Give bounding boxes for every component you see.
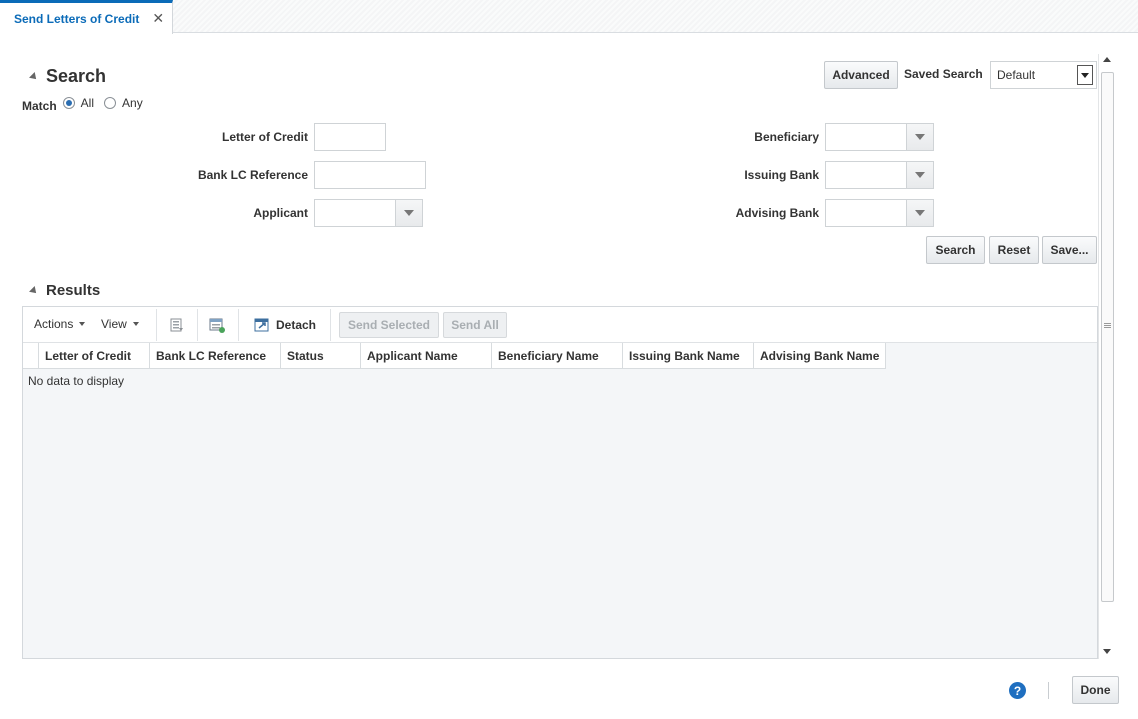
scrollbar-thumb[interactable] (1101, 72, 1114, 602)
chevron-down-icon[interactable] (1077, 65, 1093, 85)
search-section-header[interactable]: Search (29, 66, 107, 87)
toolbar-divider (238, 309, 239, 341)
saved-search-select[interactable]: Default (990, 61, 1097, 89)
match-group: Match All Any (22, 93, 143, 113)
detach-label: Detach (276, 318, 317, 332)
done-button[interactable]: Done (1072, 676, 1119, 704)
chevron-down-icon[interactable] (395, 200, 422, 226)
column-header-beneficiary-name[interactable]: Beneficiary Name (492, 343, 623, 369)
tab-label[interactable]: Send Letters of Credit (14, 12, 139, 26)
row-header-cell (23, 343, 39, 369)
column-header-letter-of-credit[interactable]: Letter of Credit (39, 343, 150, 369)
beneficiary-label: Beneficiary (754, 130, 819, 144)
close-icon[interactable]: ✕ (152, 10, 164, 27)
tab-send-letters-of-credit[interactable]: Send Letters of Credit ✕ (0, 0, 173, 34)
applicant-value (315, 200, 395, 226)
save-button[interactable]: Save... (1042, 236, 1097, 264)
grip-icon (1104, 323, 1111, 324)
beneficiary-select[interactable] (825, 123, 934, 151)
column-header-bank-lc-reference[interactable]: Bank LC Reference (150, 343, 281, 369)
view-menu[interactable]: View (101, 317, 139, 331)
match-all-radio[interactable] (62, 97, 75, 109)
bank-lc-reference-label: Bank LC Reference (197, 168, 308, 182)
collapse-triangle-icon[interactable] (29, 71, 39, 82)
results-title: Results (46, 282, 101, 299)
letter-of-credit-input[interactable] (314, 123, 386, 151)
scroll-down-icon[interactable] (1103, 649, 1111, 654)
empty-table-message: No data to display (28, 374, 125, 388)
view-label: View (101, 317, 127, 331)
issuing-bank-select[interactable] (825, 161, 934, 189)
saved-search-value: Default (997, 68, 1036, 82)
applicant-select[interactable] (314, 199, 423, 227)
advanced-button[interactable]: Advanced (824, 61, 898, 89)
actions-menu[interactable]: Actions (34, 317, 86, 331)
collapse-triangle-icon[interactable] (29, 285, 39, 296)
advising-bank-select[interactable] (825, 199, 934, 227)
send-selected-button[interactable]: Send Selected (339, 312, 439, 338)
advising-bank-label: Advising Bank (735, 206, 819, 220)
toolbar-divider (156, 309, 157, 341)
applicant-label: Applicant (253, 206, 308, 220)
letter-of-credit-label: Letter of Credit (221, 130, 308, 144)
column-header-status[interactable]: Status (281, 343, 361, 369)
saved-search-label: Saved Search (904, 67, 983, 81)
beneficiary-value (826, 124, 906, 150)
results-table-header: Letter of Credit Bank LC Reference Statu… (23, 343, 1097, 369)
detach-button[interactable]: Detach (253, 316, 316, 334)
column-header-issuing-bank-name[interactable]: Issuing Bank Name (623, 343, 754, 369)
caret-down-icon (132, 322, 139, 326)
freeze-columns-icon[interactable] (208, 316, 226, 334)
column-header-applicant-name[interactable]: Applicant Name (361, 343, 492, 369)
export-icon[interactable] (168, 316, 186, 334)
caret-down-icon (79, 322, 86, 326)
detach-icon (254, 318, 269, 332)
actions-label: Actions (34, 317, 74, 331)
match-label: Match (22, 99, 57, 113)
search-button[interactable]: Search (926, 236, 985, 264)
results-toolbar: Actions View Detach Send Selected Send A… (23, 307, 1097, 343)
footer-divider (1048, 682, 1049, 699)
search-title: Search (46, 66, 107, 86)
bank-lc-reference-input[interactable] (314, 161, 426, 189)
results-panel: Actions View Detach Send Selected Send A… (22, 306, 1098, 659)
column-header-advising-bank-name[interactable]: Advising Bank Name (754, 343, 886, 369)
issuing-bank-value (826, 162, 906, 188)
match-all-label: All (80, 96, 95, 110)
match-any-label: Any (122, 96, 143, 110)
chevron-down-icon[interactable] (906, 124, 933, 150)
issuing-bank-label: Issuing Bank (744, 168, 819, 182)
send-all-button[interactable]: Send All (443, 312, 507, 338)
advising-bank-value (826, 200, 906, 226)
chevron-down-icon[interactable] (906, 200, 933, 226)
reset-button[interactable]: Reset (989, 236, 1039, 264)
scroll-up-icon[interactable] (1103, 57, 1111, 62)
results-section-header[interactable]: Results (29, 282, 101, 299)
help-icon[interactable]: ? (1009, 682, 1026, 699)
chevron-down-icon[interactable] (906, 162, 933, 188)
match-any-radio[interactable] (104, 97, 117, 109)
toolbar-divider (197, 309, 198, 341)
tab-bar: Send Letters of Credit ✕ (0, 0, 1138, 34)
toolbar-divider (330, 309, 331, 341)
page-scrollbar[interactable] (1098, 54, 1115, 659)
